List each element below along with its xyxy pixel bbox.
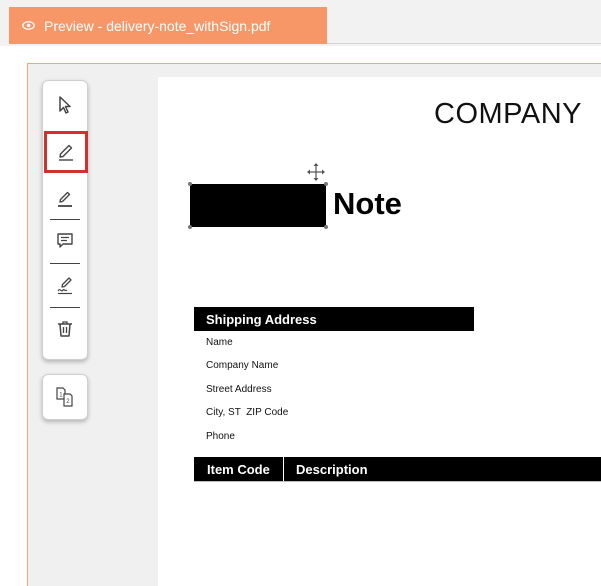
redaction-box[interactable] xyxy=(190,184,326,227)
resize-handle[interactable] xyxy=(188,225,192,229)
pdf-viewer[interactable]: 1 2 COMPANY Note Shipping Address Name C… xyxy=(27,63,601,586)
table-rule xyxy=(194,481,601,482)
pen-underline-icon xyxy=(58,191,72,207)
page-numbers-icon: 1 2 xyxy=(56,387,73,407)
page-organize-button[interactable]: 1 2 xyxy=(42,374,88,420)
items-table-header: Item Code Description xyxy=(194,457,601,481)
preview-tab[interactable]: Preview - delivery-note_withSign.pdf xyxy=(9,7,327,44)
trash-icon xyxy=(58,321,72,337)
resize-handle[interactable] xyxy=(324,225,328,229)
shipping-line: City, ST ZIP Code xyxy=(206,407,289,418)
company-heading: COMPANY xyxy=(434,98,582,130)
pdf-page: COMPANY Note Shipping Address Name Compa… xyxy=(158,77,601,586)
signature-tool-button[interactable] xyxy=(43,267,87,303)
toolbar-divider xyxy=(50,263,80,264)
annotation-toolbar xyxy=(42,80,88,360)
document-title-suffix: Note xyxy=(333,186,402,221)
tab-bar: Preview - delivery-note_withSign.pdf xyxy=(0,0,601,46)
resize-handle[interactable] xyxy=(188,182,192,186)
column-item-code: Item Code xyxy=(207,462,270,477)
comment-icon xyxy=(57,233,73,248)
tab-underline xyxy=(327,43,601,44)
toolbar-divider xyxy=(50,219,80,220)
delete-tool-button[interactable] xyxy=(43,311,87,347)
shipping-line: Company Name xyxy=(206,360,279,371)
eye-icon xyxy=(22,19,35,32)
highlight-tool-button[interactable] xyxy=(43,181,87,217)
move-icon[interactable] xyxy=(306,162,326,182)
resize-handle[interactable] xyxy=(324,182,328,186)
cursor-arrow-icon xyxy=(59,96,71,114)
column-divider xyxy=(283,457,284,481)
draw-tool-button[interactable] xyxy=(44,131,88,173)
shipping-line: Name xyxy=(206,337,233,348)
signature-icon xyxy=(57,277,72,295)
column-description: Description xyxy=(296,462,368,477)
tab-title: Preview - delivery-note_withSign.pdf xyxy=(44,17,271,34)
toolbar-divider xyxy=(50,307,80,308)
comment-tool-button[interactable] xyxy=(43,223,87,259)
shipping-address-header: Shipping Address xyxy=(194,307,474,331)
shipping-line: Phone xyxy=(206,431,235,442)
select-tool-button[interactable] xyxy=(43,87,87,123)
pen-icon xyxy=(59,144,73,161)
shipping-line: Street Address xyxy=(206,384,272,395)
